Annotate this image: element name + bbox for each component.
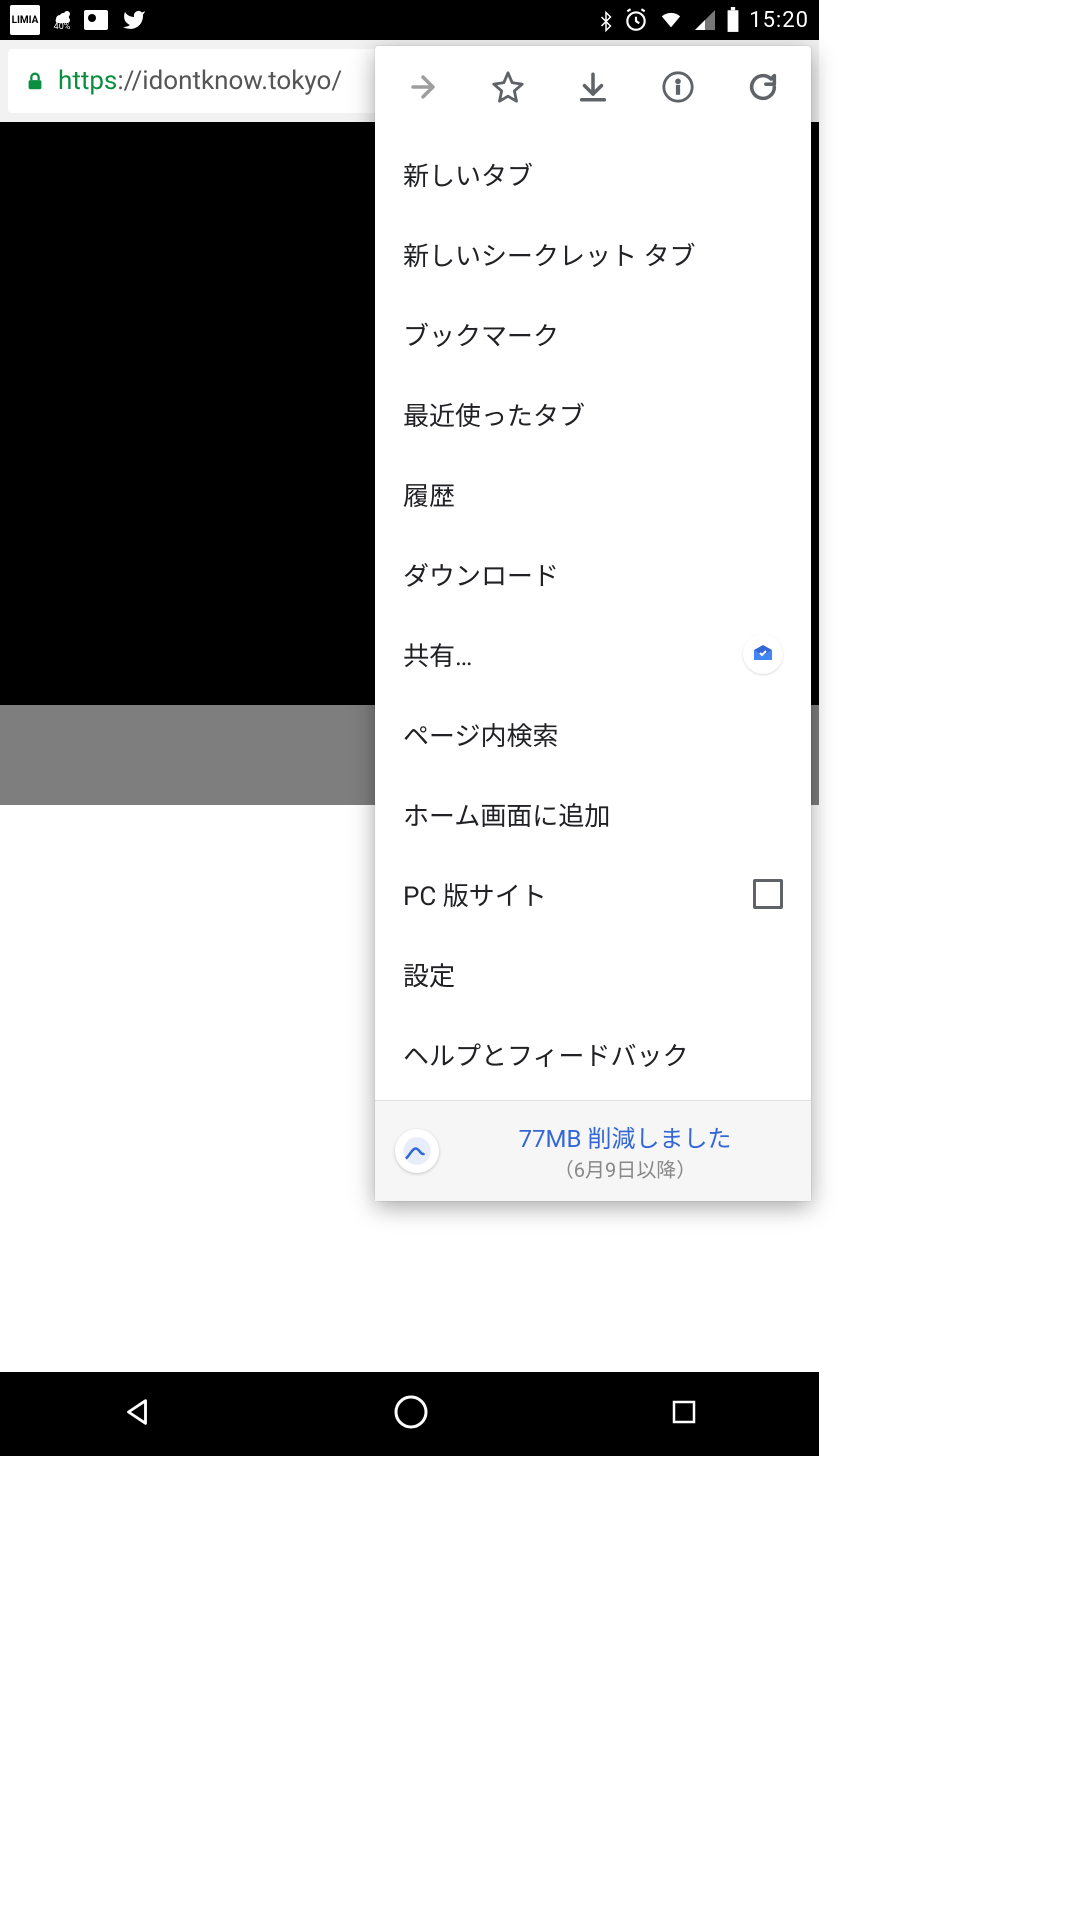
alarm-icon	[623, 7, 649, 33]
data-saver-icon	[395, 1129, 439, 1173]
battery-icon	[725, 7, 741, 33]
info-icon	[661, 70, 695, 104]
home-circle-icon	[393, 1394, 429, 1430]
lock-icon	[24, 68, 46, 94]
menu-item-new-tab[interactable]: 新しいタブ	[375, 134, 811, 214]
cell-signal-icon	[693, 8, 717, 32]
weather-icon: 40%	[52, 9, 72, 32]
menu-item-label: ブックマーク	[403, 316, 559, 353]
menu-item-label: 共有…	[403, 636, 472, 673]
data-saver-sub: （6月9日以降）	[554, 1154, 696, 1183]
menu-item-label: PC 版サイト	[403, 876, 547, 913]
recents-square-icon	[669, 1397, 699, 1427]
menu-item-history[interactable]: 履歴	[375, 454, 811, 534]
menu-item-find-in-page[interactable]: ページ内検索	[375, 694, 811, 774]
menu-footer-data-saver[interactable]: 77MB 削減しました （6月9日以降）	[375, 1100, 811, 1201]
clock-label: 15:20	[749, 8, 809, 33]
menu-list: 新しいタブ 新しいシークレット タブ ブックマーク 最近使ったタブ 履歴 ダウン…	[375, 128, 811, 1100]
nav-recents-button[interactable]	[669, 1397, 699, 1431]
menu-item-label: 履歴	[403, 476, 455, 513]
menu-toolbar	[375, 46, 811, 128]
menu-item-label: ヘルプとフィードバック	[403, 1036, 688, 1073]
nav-home-button[interactable]	[393, 1394, 429, 1434]
url-scheme: https	[58, 66, 117, 96]
menu-item-label: ダウンロード	[403, 556, 559, 593]
reload-icon	[746, 70, 780, 104]
nav-back-button[interactable]	[120, 1395, 154, 1433]
bookmark-button[interactable]	[476, 55, 540, 119]
menu-item-label: 新しいタブ	[403, 156, 533, 193]
desktop-site-checkbox[interactable]	[753, 879, 783, 909]
status-bar: LIMIA 40% 15:20	[0, 0, 819, 40]
info-button[interactable]	[646, 55, 710, 119]
weather-percent-label: 40%	[54, 23, 71, 32]
menu-item-label: ページ内検索	[403, 716, 558, 753]
menu-item-recent-tabs[interactable]: 最近使ったタブ	[375, 374, 811, 454]
android-nav-bar	[0, 1372, 819, 1456]
menu-item-bookmarks[interactable]: ブックマーク	[375, 294, 811, 374]
limia-app-icon: LIMIA	[10, 5, 40, 35]
menu-item-help-feedback[interactable]: ヘルプとフィードバック	[375, 1014, 811, 1094]
menu-item-label: ホーム画面に追加	[403, 796, 610, 833]
inbox-share-icon	[743, 634, 783, 674]
menu-item-add-to-homescreen[interactable]: ホーム画面に追加	[375, 774, 811, 854]
wifi-icon	[657, 9, 685, 31]
menu-item-downloads[interactable]: ダウンロード	[375, 534, 811, 614]
data-saver-text: 77MB 削減しました （6月9日以降）	[459, 1119, 791, 1183]
download-button[interactable]	[561, 55, 625, 119]
arrow-forward-icon	[406, 70, 440, 104]
menu-item-label: 新しいシークレット タブ	[403, 236, 695, 273]
star-icon	[491, 70, 525, 104]
data-saver-title: 77MB 削減しました	[519, 1119, 732, 1154]
back-triangle-icon	[120, 1395, 154, 1429]
reload-button[interactable]	[731, 55, 795, 119]
bluetooth-icon	[597, 7, 615, 33]
menu-item-label: 設定	[403, 956, 455, 993]
download-icon	[576, 70, 610, 104]
status-right: 15:20	[597, 7, 809, 33]
menu-item-label: 最近使ったタブ	[403, 396, 585, 433]
url-text: https://idontknow.tokyo/	[58, 66, 342, 96]
menu-item-new-incognito-tab[interactable]: 新しいシークレット タブ	[375, 214, 811, 294]
menu-item-share[interactable]: 共有…	[375, 614, 811, 694]
twitter-app-icon	[120, 8, 148, 32]
url-rest: ://idontknow.tokyo/	[117, 66, 342, 96]
status-left: LIMIA 40%	[10, 5, 148, 35]
forward-button[interactable]	[391, 55, 455, 119]
menu-item-desktop-site[interactable]: PC 版サイト	[375, 854, 811, 934]
browser-menu-panel: 新しいタブ 新しいシークレット タブ ブックマーク 最近使ったタブ 履歴 ダウン…	[375, 46, 811, 1201]
menu-item-settings[interactable]: 設定	[375, 934, 811, 1014]
photos-app-icon	[84, 10, 108, 30]
